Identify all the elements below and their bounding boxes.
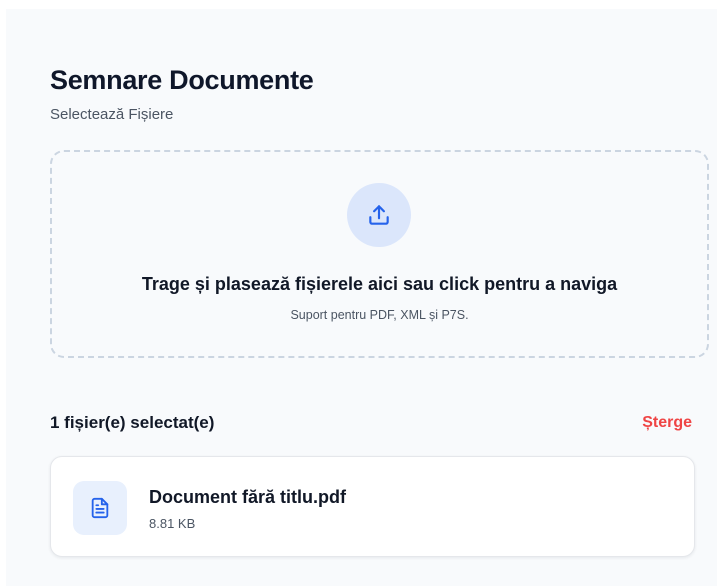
upload-panel: Semnare Documente Selectează Fișiere Tra… xyxy=(6,9,717,586)
file-size: 8.81 KB xyxy=(149,516,196,531)
upload-icon xyxy=(347,183,411,247)
page-title: Semnare Documente xyxy=(50,65,314,95)
selected-count: 1 fișier(e) selectat(e) xyxy=(50,413,215,432)
page-subtitle: Selectează Fișiere xyxy=(50,106,174,123)
file-name: Document fără titlu.pdf xyxy=(149,487,346,507)
dropzone-subtitle: Suport pentru PDF, XML și P7S. xyxy=(290,308,469,322)
document-icon xyxy=(73,481,127,535)
dropzone-title: Trage și plasează fișierele aici sau cli… xyxy=(141,274,618,294)
clear-button[interactable]: Șterge xyxy=(642,413,692,433)
file-list-item: Document fără titlu.pdf 8.81 KB xyxy=(50,456,695,557)
file-dropzone[interactable]: Trage și plasează fișierele aici sau cli… xyxy=(50,150,709,358)
